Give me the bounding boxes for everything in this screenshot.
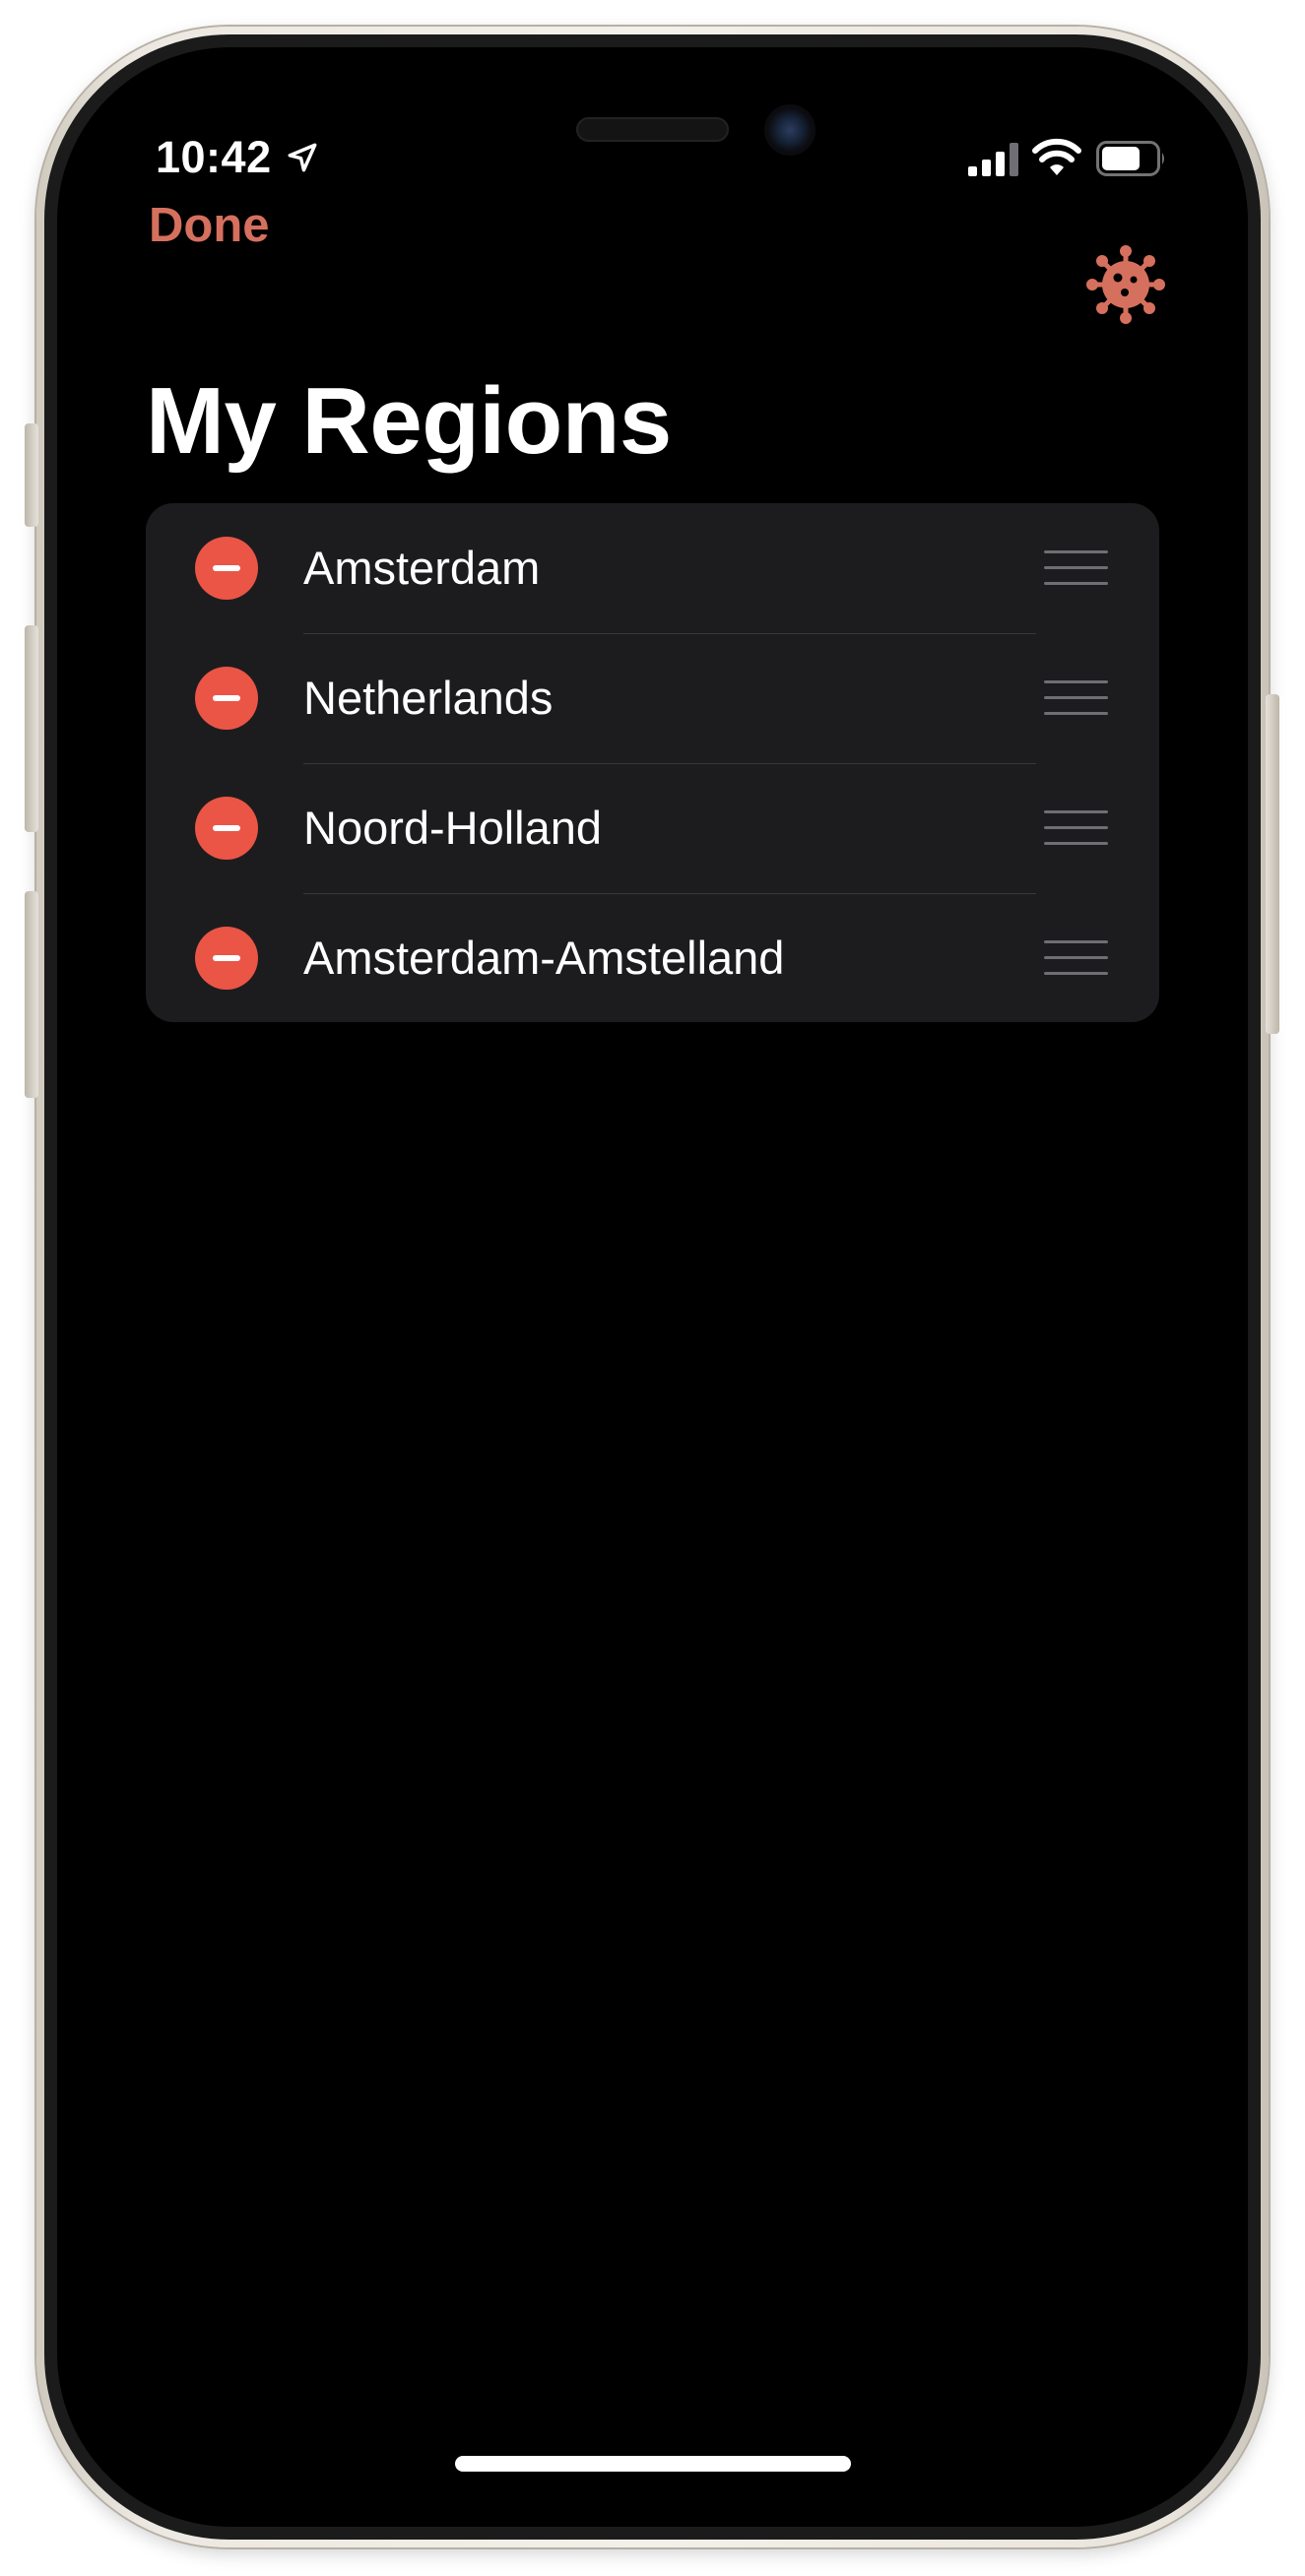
region-name: Amsterdam [303,542,541,594]
region-row: Amsterdam [146,503,1159,633]
reorder-handle-icon[interactable] [1044,547,1108,590]
volume-up-button [25,625,38,832]
reorder-handle-icon[interactable] [1044,936,1108,980]
earpiece-speaker [576,117,729,142]
screen: 10:42 Done My Regions Amsterdam Netherla… [57,47,1248,2527]
region-row: Netherlands [146,633,1159,763]
region-name: Amsterdam-Amstelland [303,932,785,984]
region-name: Noord-Holland [303,802,603,854]
page-title: My Regions [146,368,672,474]
delete-button[interactable] [195,927,258,990]
battery-icon [1096,141,1164,176]
silent-switch [25,423,38,527]
minus-icon [213,695,240,701]
done-button[interactable]: Done [149,181,270,270]
home-indicator[interactable] [455,2456,851,2472]
side-button [1266,694,1279,1034]
minus-icon [213,955,240,961]
minus-icon [213,565,240,571]
location-arrow-icon [288,143,317,172]
reorder-handle-icon[interactable] [1044,806,1108,850]
reorder-handle-icon[interactable] [1044,676,1108,720]
region-list: Amsterdam Netherlands Noord-Holland Amst… [146,503,1159,1022]
delete-button[interactable] [195,797,258,860]
wifi-icon [1032,138,1081,175]
virus-icon[interactable] [1081,240,1170,329]
region-name: Netherlands [303,672,554,724]
region-row: Noord-Holland [146,763,1159,893]
cellular-signal-icon [968,143,1018,176]
minus-icon [213,825,240,831]
region-row: Amsterdam-Amstelland [146,893,1159,1022]
delete-button[interactable] [195,537,258,600]
front-camera [764,104,816,156]
delete-button[interactable] [195,667,258,730]
volume-down-button [25,891,38,1098]
status-time: 10:42 [156,132,272,182]
